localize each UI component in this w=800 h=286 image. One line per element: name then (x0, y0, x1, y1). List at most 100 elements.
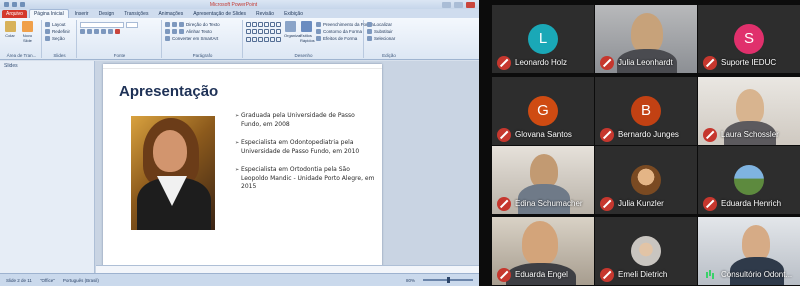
participant-name: Consultório Odont... (721, 270, 793, 279)
avatar: L (528, 24, 558, 54)
group-label: Desenho (294, 53, 313, 58)
font-row (80, 21, 159, 28)
select-button[interactable]: Selecionar (367, 35, 411, 42)
tab-home[interactable]: Página Inicial (28, 9, 69, 18)
participant-tile[interactable]: B Bernardo Junges (595, 77, 697, 145)
reset-button[interactable]: Redefinir (45, 28, 74, 35)
bold-icon[interactable] (80, 29, 85, 34)
shape-effects-label: Efeitos de Forma (323, 36, 358, 41)
redo-icon[interactable] (20, 2, 25, 7)
window-title: Microsoft PowerPoint (209, 1, 258, 8)
minimize-button[interactable] (442, 1, 451, 8)
effects-icon (316, 36, 321, 41)
zoom-slider[interactable] (423, 277, 473, 283)
slides-panel-tab[interactable]: Slides (0, 61, 94, 71)
participant-tile[interactable]: Julia Leonhardt (595, 5, 697, 73)
layout-button[interactable]: Layout (45, 21, 74, 28)
save-icon[interactable] (4, 2, 9, 7)
arrange-label: Organizar (284, 33, 302, 38)
slide-title[interactable]: Apresentação (119, 83, 218, 100)
numbering-icon[interactable] (172, 22, 177, 27)
mic-muted-icon (497, 197, 511, 211)
screen: Microsoft PowerPoint Arquivo Página Inic… (0, 0, 800, 286)
font-color-icon[interactable] (115, 29, 120, 34)
replace-button[interactable]: Substituir (367, 28, 411, 35)
status-bar: Slide 2 de 11 "Office" Português (Brasil… (0, 273, 479, 286)
smartart-button[interactable]: Converter em SmartArt (165, 35, 240, 42)
new-slide-button[interactable]: Novo Slide (21, 21, 33, 43)
undo-icon[interactable] (12, 2, 17, 7)
arrange-icon (284, 21, 296, 32)
shapes-gallery[interactable] (246, 22, 281, 43)
bullets-icon[interactable] (165, 22, 170, 27)
shadow-icon[interactable] (108, 29, 113, 34)
tab-slideshow[interactable]: Apresentação de Slides (189, 10, 250, 18)
mic-muted-icon (600, 268, 614, 282)
tab-insert[interactable]: Inserir (71, 10, 93, 18)
person-head (631, 13, 663, 53)
tab-view[interactable]: Exibição (280, 10, 307, 18)
align-right-icon[interactable] (179, 29, 184, 34)
participant-tile[interactable]: Eduarda Henrich (698, 146, 800, 214)
tab-transitions[interactable]: Transições (120, 10, 152, 18)
group-label: Parágrafo (192, 53, 213, 58)
slide-panel[interactable]: Slides (0, 61, 95, 273)
arrange-button[interactable]: Organizar (284, 21, 302, 43)
strikethrough-icon[interactable] (101, 29, 106, 34)
bullet-item: Graduada pela Universidade de Passo Fund… (235, 112, 375, 129)
ribbon: Colar Novo Slide Área de Tran... Layout … (0, 18, 479, 60)
quick-styles-button[interactable]: Estilos Rápidos (300, 21, 315, 43)
group-font: Fonte (78, 20, 162, 58)
profile-photo (631, 165, 661, 195)
participant-name: Julia Leonhardt (618, 58, 673, 67)
participant-tile[interactable]: Edina Schumacher (492, 146, 594, 214)
participant-tile[interactable]: S Suporte IEDUC (698, 5, 800, 73)
align-center-icon[interactable] (172, 29, 177, 34)
participant-name: Julia Kunzler (618, 199, 664, 208)
portrait-photo[interactable] (131, 116, 215, 230)
align-text-button[interactable]: Alinhar Texto (186, 29, 212, 34)
indent-icon[interactable] (179, 22, 184, 27)
italic-icon[interactable] (87, 29, 92, 34)
text-direction-button[interactable]: Direção do Texto (186, 22, 220, 27)
tab-animations[interactable]: Animações (154, 10, 187, 18)
zoom-level[interactable]: 80% (406, 278, 415, 283)
paste-button[interactable]: Colar (4, 21, 16, 38)
section-button[interactable]: Seção (45, 35, 74, 42)
bullet-list[interactable]: Graduada pela Universidade de Passo Fund… (235, 112, 375, 202)
participant-tile[interactable]: Consultório Odont... (698, 217, 800, 285)
participant-tile[interactable]: Eduarda Engel (492, 217, 594, 285)
find-button[interactable]: Localizar (367, 21, 411, 28)
close-button[interactable] (466, 1, 475, 8)
participant-tile[interactable]: L Leonardo Holz (492, 5, 594, 73)
person-head (742, 225, 770, 261)
participant-tile[interactable]: Laura Schossler (698, 77, 800, 145)
align-left-icon[interactable] (165, 29, 170, 34)
language-indicator[interactable]: Português (Brasil) (63, 278, 99, 283)
maximize-button[interactable] (454, 1, 463, 8)
tab-file[interactable]: Arquivo (2, 10, 27, 18)
participant-tile[interactable]: Emeli Dietrich (595, 217, 697, 285)
group-drawing: Organizar Estilos Rápidos Preenchimento … (244, 20, 374, 58)
participant-name: Eduarda Engel (515, 270, 568, 279)
participant-tile[interactable]: G Glovana Santos (492, 77, 594, 145)
participant-name: Laura Schossler (721, 130, 779, 139)
section-icon (45, 36, 50, 41)
group-label: Área de Tran... (6, 53, 37, 58)
slide-canvas[interactable]: Apresentação Graduada pela Universidade … (103, 64, 382, 270)
group-slides: Layout Redefinir Seção Slides (43, 20, 77, 58)
avatar: G (528, 96, 558, 126)
notes-pane[interactable] (96, 265, 479, 273)
select-label: Selecionar (374, 36, 396, 41)
select-icon (367, 36, 372, 41)
font-size-field[interactable] (126, 21, 138, 28)
theme-name: "Office" (39, 277, 55, 283)
mic-muted-icon (703, 128, 717, 142)
paste-label: Colar (5, 33, 15, 38)
fill-icon (316, 22, 321, 27)
underline-icon[interactable] (94, 29, 99, 34)
font-name-field[interactable] (80, 21, 124, 28)
tab-review[interactable]: Revisão (252, 10, 278, 18)
participant-tile[interactable]: Julia Kunzler (595, 146, 697, 214)
tab-design[interactable]: Design (95, 10, 119, 18)
